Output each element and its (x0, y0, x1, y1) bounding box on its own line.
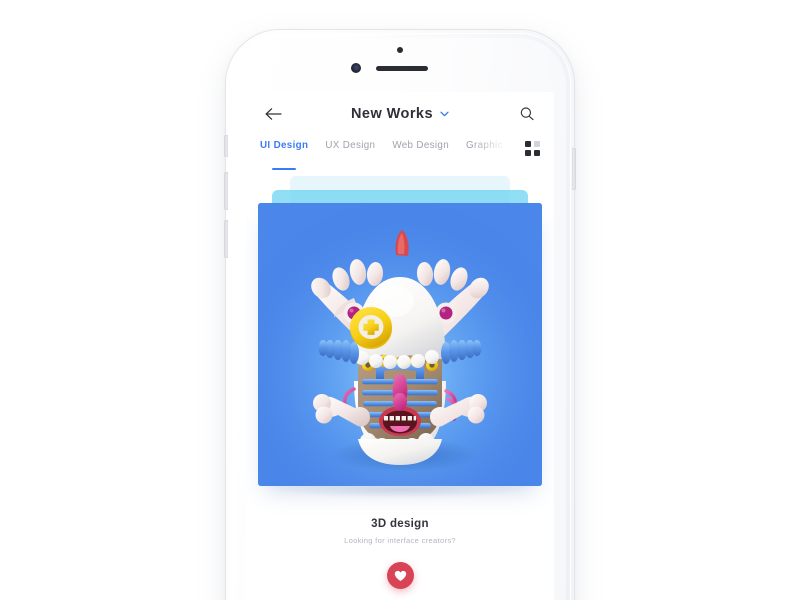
back-button[interactable] (260, 101, 286, 127)
card-drop-shadow (278, 482, 522, 498)
silent-switch-button[interactable] (224, 135, 228, 157)
card-stack (246, 176, 554, 498)
page-title: New Works (351, 106, 433, 122)
earpiece-speaker (376, 66, 428, 71)
screenshot-stage: New Works UI Design UX Design Web Design… (0, 0, 800, 600)
grid-view-icon[interactable] (525, 141, 540, 156)
grid-cell-3 (525, 150, 531, 156)
work-title: 3D design (371, 518, 429, 530)
power-button[interactable] (572, 148, 576, 190)
chevron-down-icon (440, 111, 449, 117)
proximity-sensor-icon (397, 47, 403, 53)
phone-device-frame: New Works UI Design UX Design Web Design… (224, 30, 576, 600)
volume-down-button[interactable] (224, 220, 228, 258)
grid-cell-1 (525, 141, 531, 147)
search-button[interactable] (514, 101, 540, 127)
phone-screen: New Works UI Design UX Design Web Design… (246, 92, 554, 600)
tab-ux-design[interactable]: UX Design (325, 140, 375, 170)
arrow-left-icon (265, 108, 282, 120)
work-subtitle: Looking for interface creators? (344, 536, 456, 545)
heart-icon (394, 570, 406, 581)
tab-graphic-design[interactable]: Graphic D (466, 140, 513, 170)
like-row (246, 562, 554, 589)
like-button[interactable] (386, 562, 414, 589)
3d-character-illustration (258, 203, 542, 486)
cross-eye (350, 307, 392, 349)
work-meta: 3D design Looking for interface creators… (246, 518, 554, 545)
volume-up-button[interactable] (224, 172, 228, 210)
grid-cell-4 (534, 150, 540, 156)
tab-web-design[interactable]: Web Design (392, 140, 449, 170)
app-header: New Works (246, 92, 554, 136)
category-tabbar: UI Design UX Design Web Design Graphic D (246, 136, 554, 170)
grid-cell-2 (534, 141, 540, 147)
page-title-dropdown[interactable]: New Works (286, 106, 514, 122)
featured-work-card[interactable] (258, 203, 542, 486)
tab-ui-design[interactable]: UI Design (260, 140, 308, 170)
search-icon (520, 107, 534, 121)
tabs-scroll-area[interactable]: UI Design UX Design Web Design Graphic D (260, 140, 525, 170)
front-camera-icon (351, 63, 361, 73)
